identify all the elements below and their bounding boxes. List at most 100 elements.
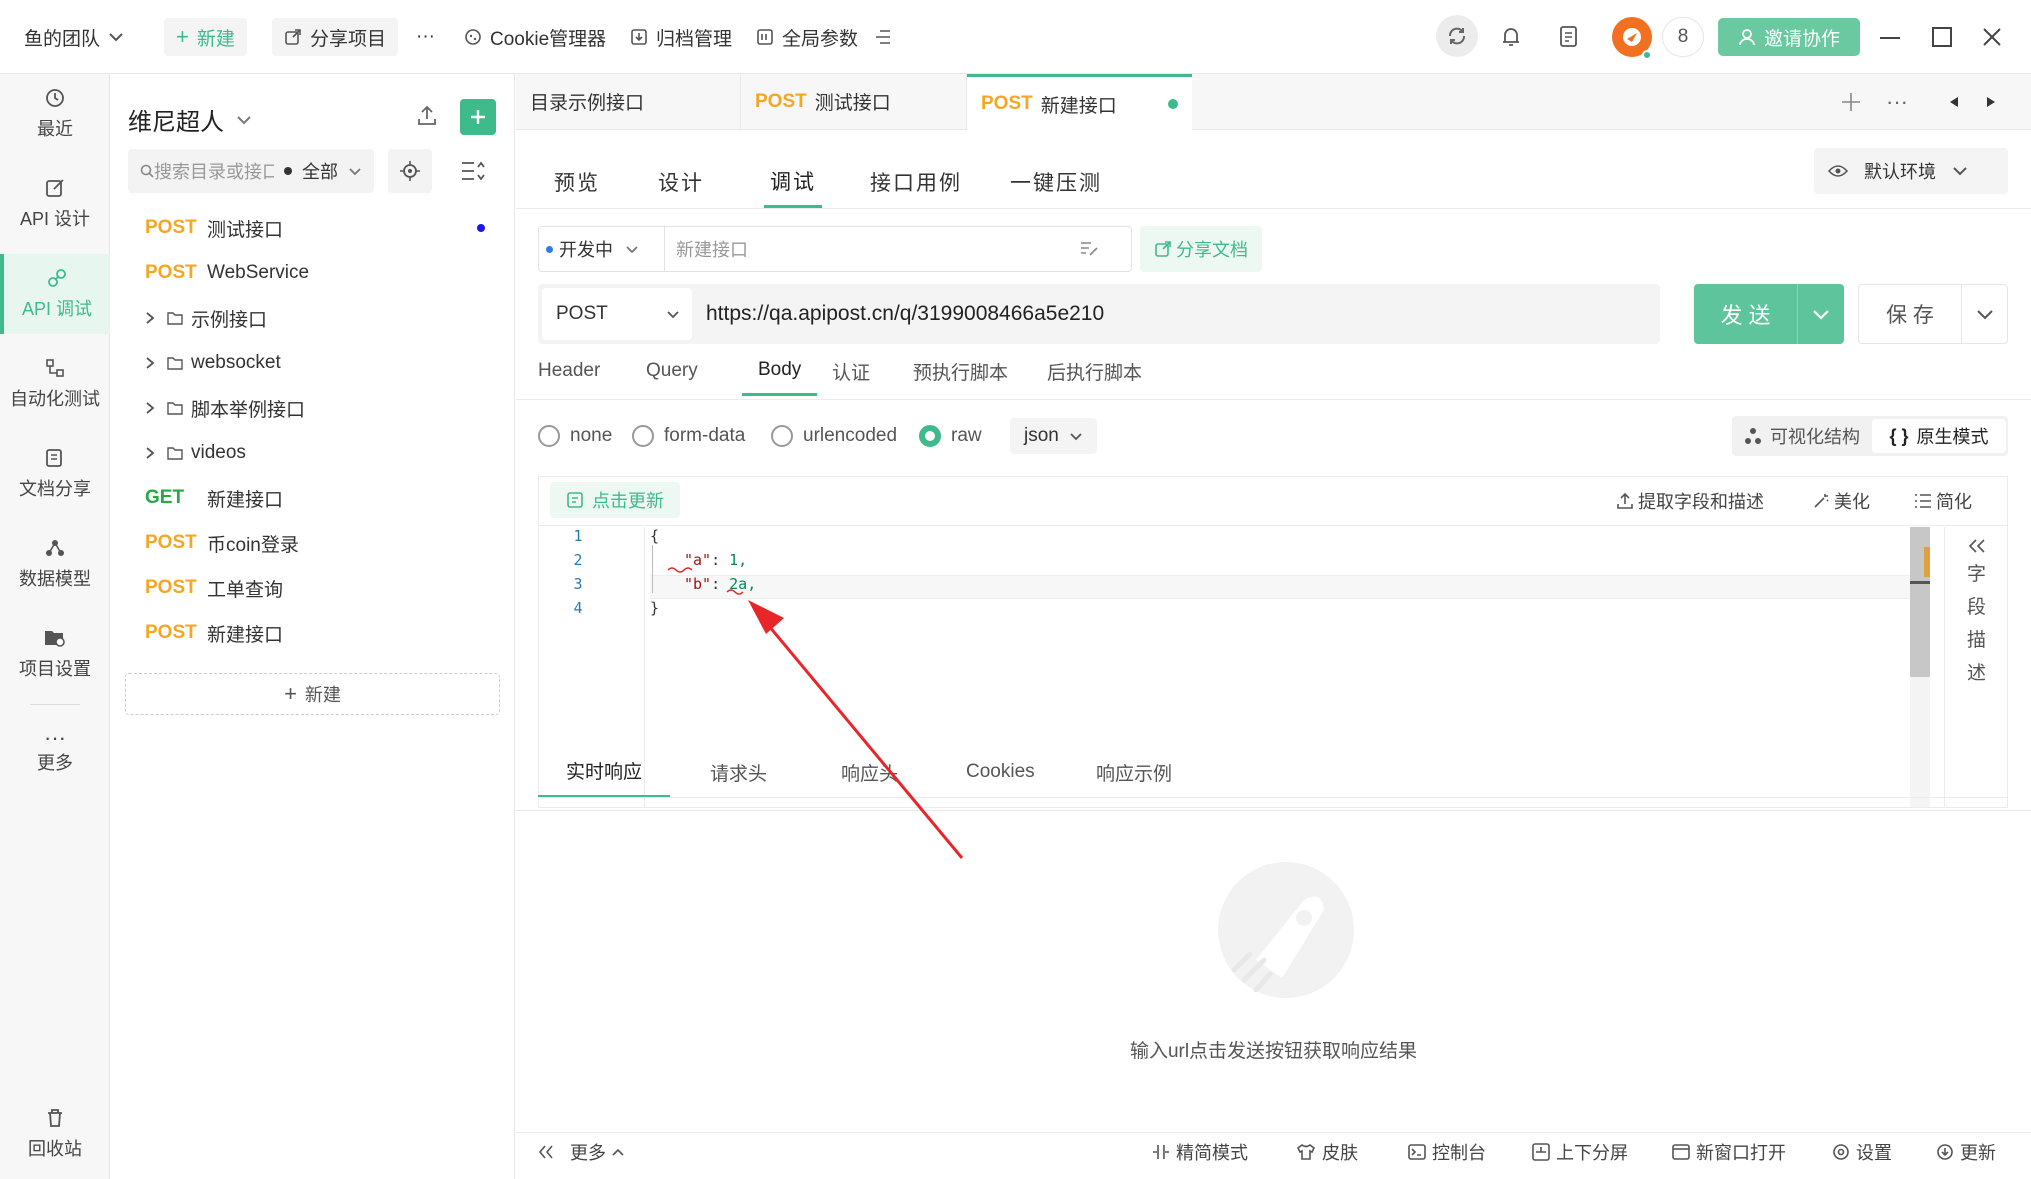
search-box[interactable]: 搜索目录或接口 全部 <box>128 149 374 193</box>
close-icon[interactable] <box>1982 27 2002 47</box>
subtab-stress-test[interactable]: 一键压测 <box>1010 156 1102 208</box>
tab-realtime-response[interactable]: 实时响应 <box>538 746 670 798</box>
settings-button[interactable]: 设置 <box>1832 1134 1892 1170</box>
member-count-badge[interactable]: 8 <box>1662 17 1704 57</box>
tree-folder[interactable]: 示例接口 <box>145 298 267 338</box>
nav-doc-share[interactable]: 文档分享 <box>0 434 110 514</box>
nav-auto-test[interactable]: 自动化测试 <box>0 344 110 424</box>
tab-auth[interactable]: 认证 <box>832 346 870 396</box>
visual-mode-button[interactable]: 可视化结构 <box>1744 420 1860 452</box>
import-icon[interactable] <box>415 104 439 128</box>
bell-icon[interactable] <box>1500 25 1522 49</box>
collapse-menu-icon[interactable] <box>874 18 892 56</box>
share-project-button[interactable]: 分享项目 <box>272 18 399 56</box>
tab-post-script[interactable]: 后执行脚本 <box>1047 346 1142 396</box>
tab-header[interactable]: Header <box>538 346 600 396</box>
tree-item-api[interactable]: POST WebService <box>145 253 309 293</box>
nav-project-settings[interactable]: 项目设置 <box>0 614 110 694</box>
url-input[interactable]: https://qa.apipost.cn/q/3199008466a5e210 <box>706 288 1104 340</box>
edit-note-icon[interactable] <box>1079 240 1099 258</box>
more-menu-button[interactable]: ··· <box>416 18 435 56</box>
update-button[interactable]: 更新 <box>1936 1134 1996 1170</box>
minimize-icon[interactable] <box>1880 36 1900 40</box>
tab-query[interactable]: Query <box>646 346 698 396</box>
tree-folder[interactable]: videos <box>145 433 246 473</box>
skin-button[interactable]: 皮肤 <box>1296 1134 1358 1170</box>
sort-icon[interactable] <box>460 160 486 182</box>
sync-icon[interactable] <box>1436 15 1478 57</box>
tree-folder[interactable]: 脚本举例接口 <box>145 388 305 428</box>
raw-mode-button[interactable]: { } 原生模式 <box>1872 419 2006 453</box>
extract-fields-button[interactable]: 提取字段和描述 <box>1616 488 1764 514</box>
nav-recent[interactable]: 最近 <box>0 74 110 154</box>
nav-api-debug[interactable]: API 调试 <box>0 254 110 334</box>
simple-mode-button[interactable]: 精简模式 <box>1152 1134 1248 1170</box>
env-selector[interactable]: 默认环境 <box>1814 148 2008 194</box>
maximize-icon[interactable] <box>1932 27 1952 47</box>
radio-form-data[interactable]: form-data <box>632 420 745 452</box>
field-desc-panel-toggle[interactable]: 字 段 描 述 <box>1944 527 2008 807</box>
tab-more-icon[interactable]: ··· <box>1886 89 1908 115</box>
archive-button[interactable]: 归档管理 <box>630 18 732 56</box>
radio-raw[interactable]: raw <box>919 420 982 452</box>
invite-button[interactable]: 邀请协作 <box>1718 18 1861 56</box>
send-button[interactable]: 发 送 <box>1694 284 1844 344</box>
nav-more[interactable]: ··· 更多 <box>0 714 110 794</box>
subtab-preview[interactable]: 预览 <box>554 156 600 208</box>
tab-prev-icon[interactable] <box>1949 96 1959 108</box>
add-api-button[interactable] <box>460 99 496 135</box>
radio-urlencoded[interactable]: urlencoded <box>771 420 897 452</box>
add-tab-icon[interactable] <box>1841 92 1861 112</box>
tab-directory-example[interactable]: 目录示例接口 <box>516 74 741 129</box>
new-button[interactable]: + 新建 <box>164 18 247 56</box>
tab-response-headers[interactable]: 响应头 <box>841 746 898 798</box>
project-selector[interactable]: 维尼超人 <box>128 102 252 137</box>
subtab-cases[interactable]: 接口用例 <box>870 156 962 208</box>
beautify-button[interactable]: 美化 <box>1812 488 1870 514</box>
tab-body[interactable]: Body <box>742 346 818 396</box>
subtab-design[interactable]: 设计 <box>658 156 704 208</box>
search-input[interactable]: 搜索目录或接口 <box>154 158 274 184</box>
refresh-button[interactable]: 点击更新 <box>550 482 680 518</box>
tree-item-api[interactable]: POST 测试接口 <box>145 208 485 248</box>
status-select[interactable]: 开发中 <box>546 234 639 264</box>
console-button[interactable]: 控制台 <box>1408 1134 1486 1170</box>
tab-test-api[interactable]: POST 测试接口 <box>741 74 967 129</box>
radio-none[interactable]: none <box>538 420 612 452</box>
global-params-button[interactable]: 全局参数 <box>756 18 858 56</box>
chevron-down-icon[interactable] <box>1798 309 1844 320</box>
tree-item-api[interactable]: POST 新建接口 <box>145 613 283 653</box>
magic-wand-icon <box>1812 492 1830 510</box>
share-doc-button[interactable]: 分享文档 <box>1140 226 1262 272</box>
tree-item-api[interactable]: POST 工单查询 <box>145 568 283 608</box>
tree-new-button[interactable]: + 新建 <box>125 673 500 715</box>
tab-response-example[interactable]: 响应示例 <box>1096 746 1172 798</box>
method-select[interactable]: POST <box>542 288 692 340</box>
tree-item-api[interactable]: POST 币coin登录 <box>145 523 299 563</box>
chevron-down-icon[interactable] <box>1962 309 2007 320</box>
editor-scrollbar[interactable] <box>1910 527 1930 807</box>
team-switcher[interactable]: 鱼的团队 <box>24 18 124 56</box>
tab-request-headers[interactable]: 请求头 <box>710 746 767 798</box>
new-window-button[interactable]: 新窗口打开 <box>1672 1134 1786 1170</box>
simplify-button[interactable]: 简化 <box>1914 488 1972 514</box>
split-view-button[interactable]: 上下分屏 <box>1532 1134 1628 1170</box>
nav-data-model[interactable]: 数据模型 <box>0 524 110 604</box>
tab-cookies[interactable]: Cookies <box>966 746 1035 798</box>
tab-pre-script[interactable]: 预执行脚本 <box>913 346 1008 396</box>
format-select[interactable]: json <box>1010 418 1097 454</box>
locate-icon[interactable] <box>388 149 432 193</box>
cookie-manager-button[interactable]: Cookie管理器 <box>464 18 606 56</box>
subtab-debug[interactable]: 调试 <box>764 156 822 208</box>
tree-item-api[interactable]: GET 新建接口 <box>145 478 283 518</box>
api-name-input[interactable]: 新建接口 <box>676 234 748 264</box>
filter-select[interactable]: 全部 <box>302 158 338 184</box>
doc-icon[interactable] <box>1558 25 1580 49</box>
nav-api-design[interactable]: API 设计 <box>0 164 110 244</box>
tab-new-api[interactable]: POST 新建接口 <box>967 74 1192 131</box>
save-button[interactable]: 保 存 <box>1858 284 2008 344</box>
more-toggle[interactable]: 更多 <box>538 1134 624 1170</box>
nav-recycle[interactable]: 回收站 <box>0 1094 110 1174</box>
tab-next-icon[interactable] <box>1986 96 1996 108</box>
tree-folder[interactable]: websocket <box>145 343 281 383</box>
